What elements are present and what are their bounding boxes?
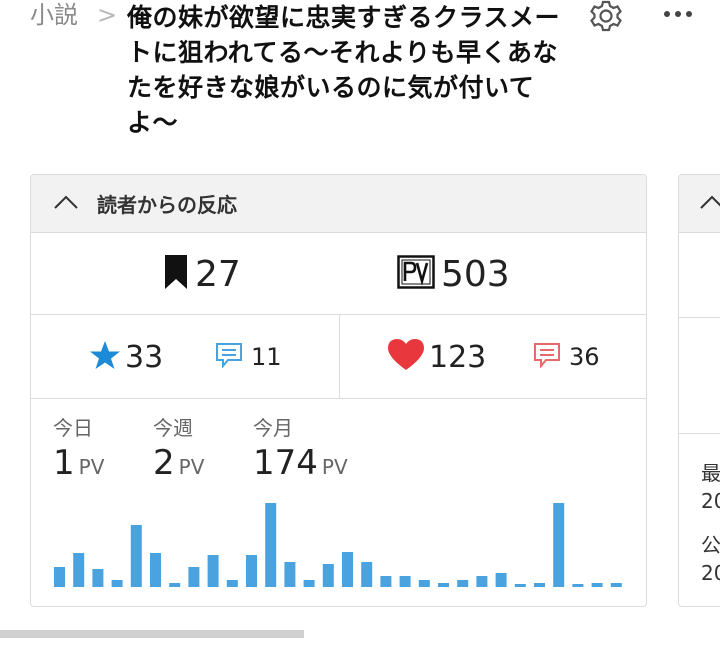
pv-bar	[73, 553, 85, 587]
pv-bar	[130, 525, 142, 587]
pv-bar	[342, 552, 353, 587]
info-panel: 最 20 公 20	[678, 174, 720, 607]
pv-total-count: 503	[441, 253, 510, 295]
pv-bar-chart	[54, 503, 622, 587]
divider	[679, 317, 720, 318]
pv-bar	[553, 503, 565, 587]
info-label: 最	[701, 461, 720, 485]
pv-bar	[92, 569, 104, 587]
chevron-up-icon[interactable]	[53, 194, 79, 214]
review-stat: 11	[215, 315, 282, 399]
pv-bar	[207, 555, 219, 587]
pv-bar	[476, 576, 488, 587]
pv-bar	[457, 580, 469, 587]
reactions-heading: 読者からの反応	[97, 193, 237, 217]
pv-bar	[572, 584, 584, 587]
pv-bar	[399, 576, 411, 587]
chevron-right-icon: >	[97, 1, 118, 29]
pv-bar	[150, 553, 161, 587]
pv-bar	[380, 576, 392, 587]
comment-stat: 36	[533, 315, 600, 399]
bookmark-stat: 27	[163, 233, 241, 315]
pv-bar	[591, 583, 603, 587]
like-count: 123	[429, 339, 487, 375]
pv-bar	[246, 555, 257, 587]
pv-bar	[534, 583, 545, 587]
info-value: 20	[701, 561, 720, 585]
bookmark-count: 27	[195, 253, 241, 295]
breadcrumb[interactable]: 小説	[30, 0, 78, 30]
pv-section: 今日 1 PV 今週 2 PV 今月 174 PV	[31, 399, 646, 606]
pv-bar	[54, 567, 65, 587]
comment-count: 36	[569, 343, 600, 371]
like-stat: 123	[387, 315, 486, 399]
chevron-up-icon[interactable]	[699, 194, 720, 214]
star-icon	[89, 340, 121, 374]
review-icon	[215, 342, 243, 372]
bookmark-icon	[163, 253, 189, 295]
pv-total-stat: 503	[397, 233, 510, 315]
ratings-row: 33 11 123 36	[31, 315, 646, 399]
pv-bar	[322, 564, 334, 587]
pv-bar	[495, 573, 507, 587]
pv-bar	[303, 580, 315, 587]
gear-icon[interactable]	[586, 0, 626, 36]
review-count: 11	[251, 343, 282, 371]
comment-icon	[533, 342, 561, 372]
info-label: 公	[701, 533, 720, 557]
pv-bar	[111, 580, 123, 587]
heart-icon	[387, 338, 425, 376]
pv-bar	[514, 584, 526, 587]
pv-bar	[284, 562, 296, 587]
row-divider	[339, 315, 340, 399]
star-stat: 33	[89, 315, 163, 399]
pv-bar	[169, 583, 181, 587]
pv-bar	[226, 580, 238, 587]
divider	[679, 433, 720, 434]
pv-icon	[397, 255, 435, 293]
info-value: 20	[701, 489, 720, 513]
info-header[interactable]	[679, 175, 720, 233]
more-options-icon[interactable]	[658, 0, 698, 28]
pv-bar	[265, 503, 277, 587]
pv-bar	[610, 583, 622, 587]
pv-bar	[188, 567, 200, 587]
page-title: 俺の妹が欲望に忠実すぎるクラスメートに狙われてる〜それよりも早くあなたを好きな娘…	[127, 3, 561, 137]
reader-reactions-panel: 読者からの反応 27 503 33 11 123 36 今日 1 PV 今週 2…	[30, 174, 647, 607]
reactions-header[interactable]: 読者からの反応	[31, 175, 646, 233]
star-count: 33	[125, 339, 164, 375]
totals-row: 27 503	[31, 233, 646, 315]
horizontal-scrollbar[interactable]	[0, 630, 304, 638]
pv-bar	[361, 562, 373, 587]
pv-bar	[438, 583, 449, 587]
pv-bar	[418, 580, 430, 587]
